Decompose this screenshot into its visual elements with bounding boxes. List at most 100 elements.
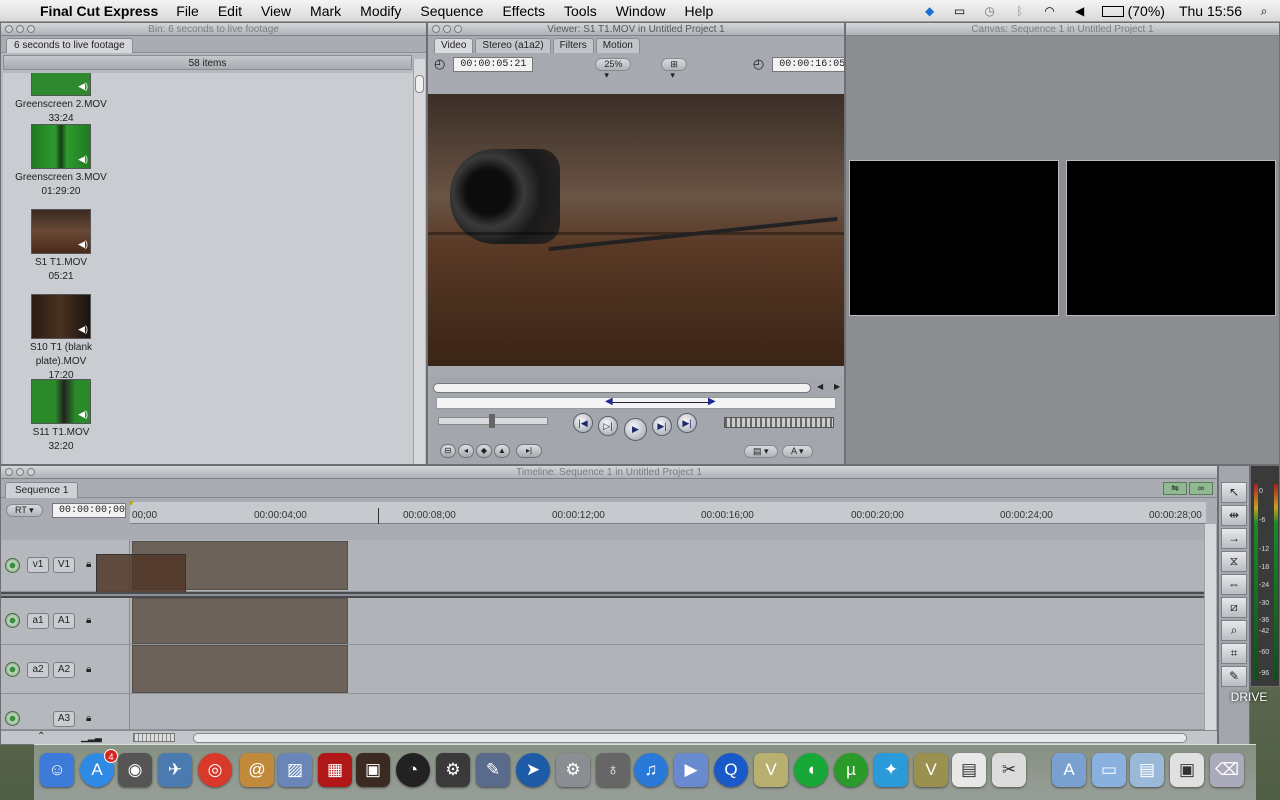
battery-status[interactable]: (70%) bbox=[1101, 3, 1165, 19]
lock-icon[interactable]: 🔒︎ bbox=[86, 559, 91, 570]
pen-tool-icon[interactable]: ✎ bbox=[1221, 666, 1247, 687]
linking-toggle-icon[interactable]: ∞ bbox=[1189, 482, 1213, 495]
playhead-track[interactable]: ◀ ▶ bbox=[436, 396, 836, 409]
canvas-frame-left[interactable] bbox=[849, 160, 1059, 316]
zoom-button[interactable] bbox=[27, 468, 35, 476]
selection-tool-icon[interactable]: ↖ bbox=[1221, 482, 1247, 503]
downloads-stack-icon[interactable]: ▤ bbox=[1130, 753, 1164, 787]
menu-modify[interactable]: Modify bbox=[360, 3, 401, 19]
minimize-button[interactable] bbox=[443, 25, 451, 33]
clapper-icon[interactable]: ▤ bbox=[952, 753, 986, 787]
iphoto-icon[interactable]: ▨ bbox=[278, 753, 312, 787]
timeline-titlebar[interactable]: Timeline: Sequence 1 in Untitled Project… bbox=[1, 466, 1217, 479]
destination-patch[interactable]: A2 bbox=[53, 662, 75, 678]
utorrent-icon[interactable]: µ bbox=[834, 753, 868, 787]
tab-video[interactable]: Video bbox=[434, 38, 474, 53]
menu-effects[interactable]: Effects bbox=[502, 3, 545, 19]
steam-icon[interactable]: ⚙ bbox=[436, 753, 470, 787]
source-patch[interactable]: a1 bbox=[27, 613, 49, 629]
timeline-vertical-scrollbar[interactable] bbox=[1204, 524, 1216, 730]
spotlight-icon[interactable]: ⌕ bbox=[1256, 4, 1272, 18]
spotify-icon[interactable]: ◖ bbox=[794, 753, 828, 787]
add-marker-button[interactable]: ▲ bbox=[494, 444, 510, 458]
quicktime-icon[interactable]: Q bbox=[714, 753, 748, 787]
system-preferences-icon[interactable]: ⚙ bbox=[556, 753, 590, 787]
clip-item[interactable]: ◀) Greenscreen 3.MOV 01:29:20 bbox=[15, 124, 107, 199]
clip-item[interactable]: ◀) S10 T1 (blank plate).MOV 17:20 bbox=[15, 294, 107, 383]
finder-icon[interactable]: ☺ bbox=[40, 753, 74, 787]
play-in-out-button[interactable]: ▷| bbox=[598, 416, 618, 436]
rt-popup[interactable]: RT ▾ bbox=[6, 504, 43, 517]
track-audible-toggle[interactable] bbox=[5, 711, 20, 726]
lock-icon[interactable]: 🔒︎ bbox=[86, 713, 91, 724]
time-machine-icon[interactable]: ◷ bbox=[982, 4, 998, 18]
bluetooth-icon[interactable]: ᛒ bbox=[1012, 4, 1028, 18]
viewer-titlebar[interactable]: Viewer: S1 T1.MOV in Untitled Project 1 bbox=[428, 23, 844, 36]
app-store-icon[interactable]: A4 bbox=[80, 749, 118, 787]
image-editor-icon[interactable]: ✎ bbox=[476, 753, 510, 787]
razor-tool-icon[interactable]: ⧄ bbox=[1221, 597, 1247, 618]
edit-select-tool-icon[interactable]: ⇹ bbox=[1221, 505, 1247, 526]
timeline-ruler[interactable]: 00;00 00:00:04;00 00:00:08;00 00:00:12;0… bbox=[127, 499, 1206, 524]
tab-filters[interactable]: Filters bbox=[552, 38, 594, 53]
jog-control[interactable] bbox=[724, 417, 834, 428]
mark-out-button[interactable]: ▸| bbox=[516, 444, 542, 458]
view-popup[interactable]: ⊞ ▾ bbox=[661, 57, 687, 80]
preview-icon[interactable]: ✈ bbox=[158, 753, 192, 787]
zoom-button[interactable] bbox=[27, 25, 35, 33]
volume-icon[interactable]: ◀ bbox=[1072, 4, 1088, 18]
track-audible-toggle[interactable] bbox=[5, 613, 20, 628]
scrub-bar[interactable] bbox=[433, 383, 811, 393]
track-visibility-toggle[interactable] bbox=[5, 558, 20, 573]
facetime-icon[interactable]: ◉ bbox=[118, 753, 152, 787]
twitter-icon[interactable]: ✦ bbox=[874, 753, 908, 787]
canvas-frame-right[interactable] bbox=[1066, 160, 1276, 316]
duration-timecode[interactable]: 00:00:05:21 bbox=[453, 56, 534, 72]
close-button[interactable] bbox=[5, 25, 13, 33]
viewer-video-frame[interactable] bbox=[428, 94, 844, 366]
dashboard-icon[interactable]: ◔ bbox=[396, 753, 430, 787]
applications-folder-icon[interactable]: A bbox=[1052, 753, 1086, 787]
final-cut-icon[interactable]: V bbox=[914, 753, 948, 787]
menu-view[interactable]: View bbox=[261, 3, 291, 19]
track-select-tool-icon[interactable]: → bbox=[1221, 528, 1247, 549]
source-patch[interactable]: a2 bbox=[27, 662, 49, 678]
snapping-toggle-icon[interactable]: ⇋ bbox=[1163, 482, 1187, 495]
chrome-icon[interactable]: ◎ bbox=[198, 753, 232, 787]
zoom-slider[interactable] bbox=[133, 733, 175, 742]
audio-clip[interactable] bbox=[132, 645, 348, 693]
vlc-icon[interactable]: V bbox=[754, 753, 788, 787]
documents-folder-icon[interactable]: ▭ bbox=[1092, 753, 1126, 787]
tab-bin[interactable]: 6 seconds to live footage bbox=[6, 38, 133, 53]
itunes-icon[interactable]: ♫ bbox=[634, 753, 668, 787]
trash-icon[interactable]: ⌫ bbox=[1210, 753, 1244, 787]
scroll-thumb[interactable] bbox=[415, 75, 424, 93]
go-to-in-button[interactable]: |◀ bbox=[573, 413, 593, 433]
app-menu[interactable]: Final Cut Express bbox=[40, 3, 158, 19]
track-audible-toggle[interactable] bbox=[5, 662, 20, 677]
horizontal-scrollbar[interactable] bbox=[193, 733, 1187, 743]
menu-tools[interactable]: Tools bbox=[564, 3, 597, 19]
shuttle-knob[interactable] bbox=[489, 414, 495, 428]
slip-tool-icon[interactable]: ⇔ bbox=[1221, 574, 1247, 595]
browser-titlebar[interactable]: Bin: 6 seconds to live footage bbox=[1, 23, 426, 36]
destination-patch[interactable]: A3 bbox=[53, 711, 75, 727]
menu-window[interactable]: Window bbox=[616, 3, 666, 19]
canvas-titlebar[interactable]: Canvas: Sequence 1 in Untitled Project 1 bbox=[846, 23, 1279, 36]
imovie-icon[interactable]: ▶ bbox=[674, 753, 708, 787]
minimize-button[interactable] bbox=[16, 468, 24, 476]
in-point-marker-icon[interactable]: ◀ bbox=[605, 396, 613, 407]
transmit-icon[interactable]: ➤ bbox=[516, 753, 550, 787]
menu-file[interactable]: File bbox=[176, 3, 199, 19]
menubar-clock[interactable]: Thu 15:56 bbox=[1179, 3, 1242, 19]
audio-clip[interactable] bbox=[132, 598, 348, 644]
shuttle-slider[interactable] bbox=[438, 414, 548, 428]
zoom-button[interactable] bbox=[454, 25, 462, 33]
playhead-icon[interactable]: ▼ bbox=[127, 499, 135, 508]
lock-icon[interactable]: 🔒︎ bbox=[86, 615, 91, 626]
display-icon[interactable]: ▭ bbox=[952, 4, 968, 18]
roll-tool-icon[interactable]: ⧖ bbox=[1221, 551, 1247, 572]
crop-tool-icon[interactable]: ⌗ bbox=[1221, 643, 1247, 664]
menu-mark[interactable]: Mark bbox=[310, 3, 341, 19]
scroll-left-arrow-icon[interactable]: ◀ bbox=[817, 382, 823, 391]
